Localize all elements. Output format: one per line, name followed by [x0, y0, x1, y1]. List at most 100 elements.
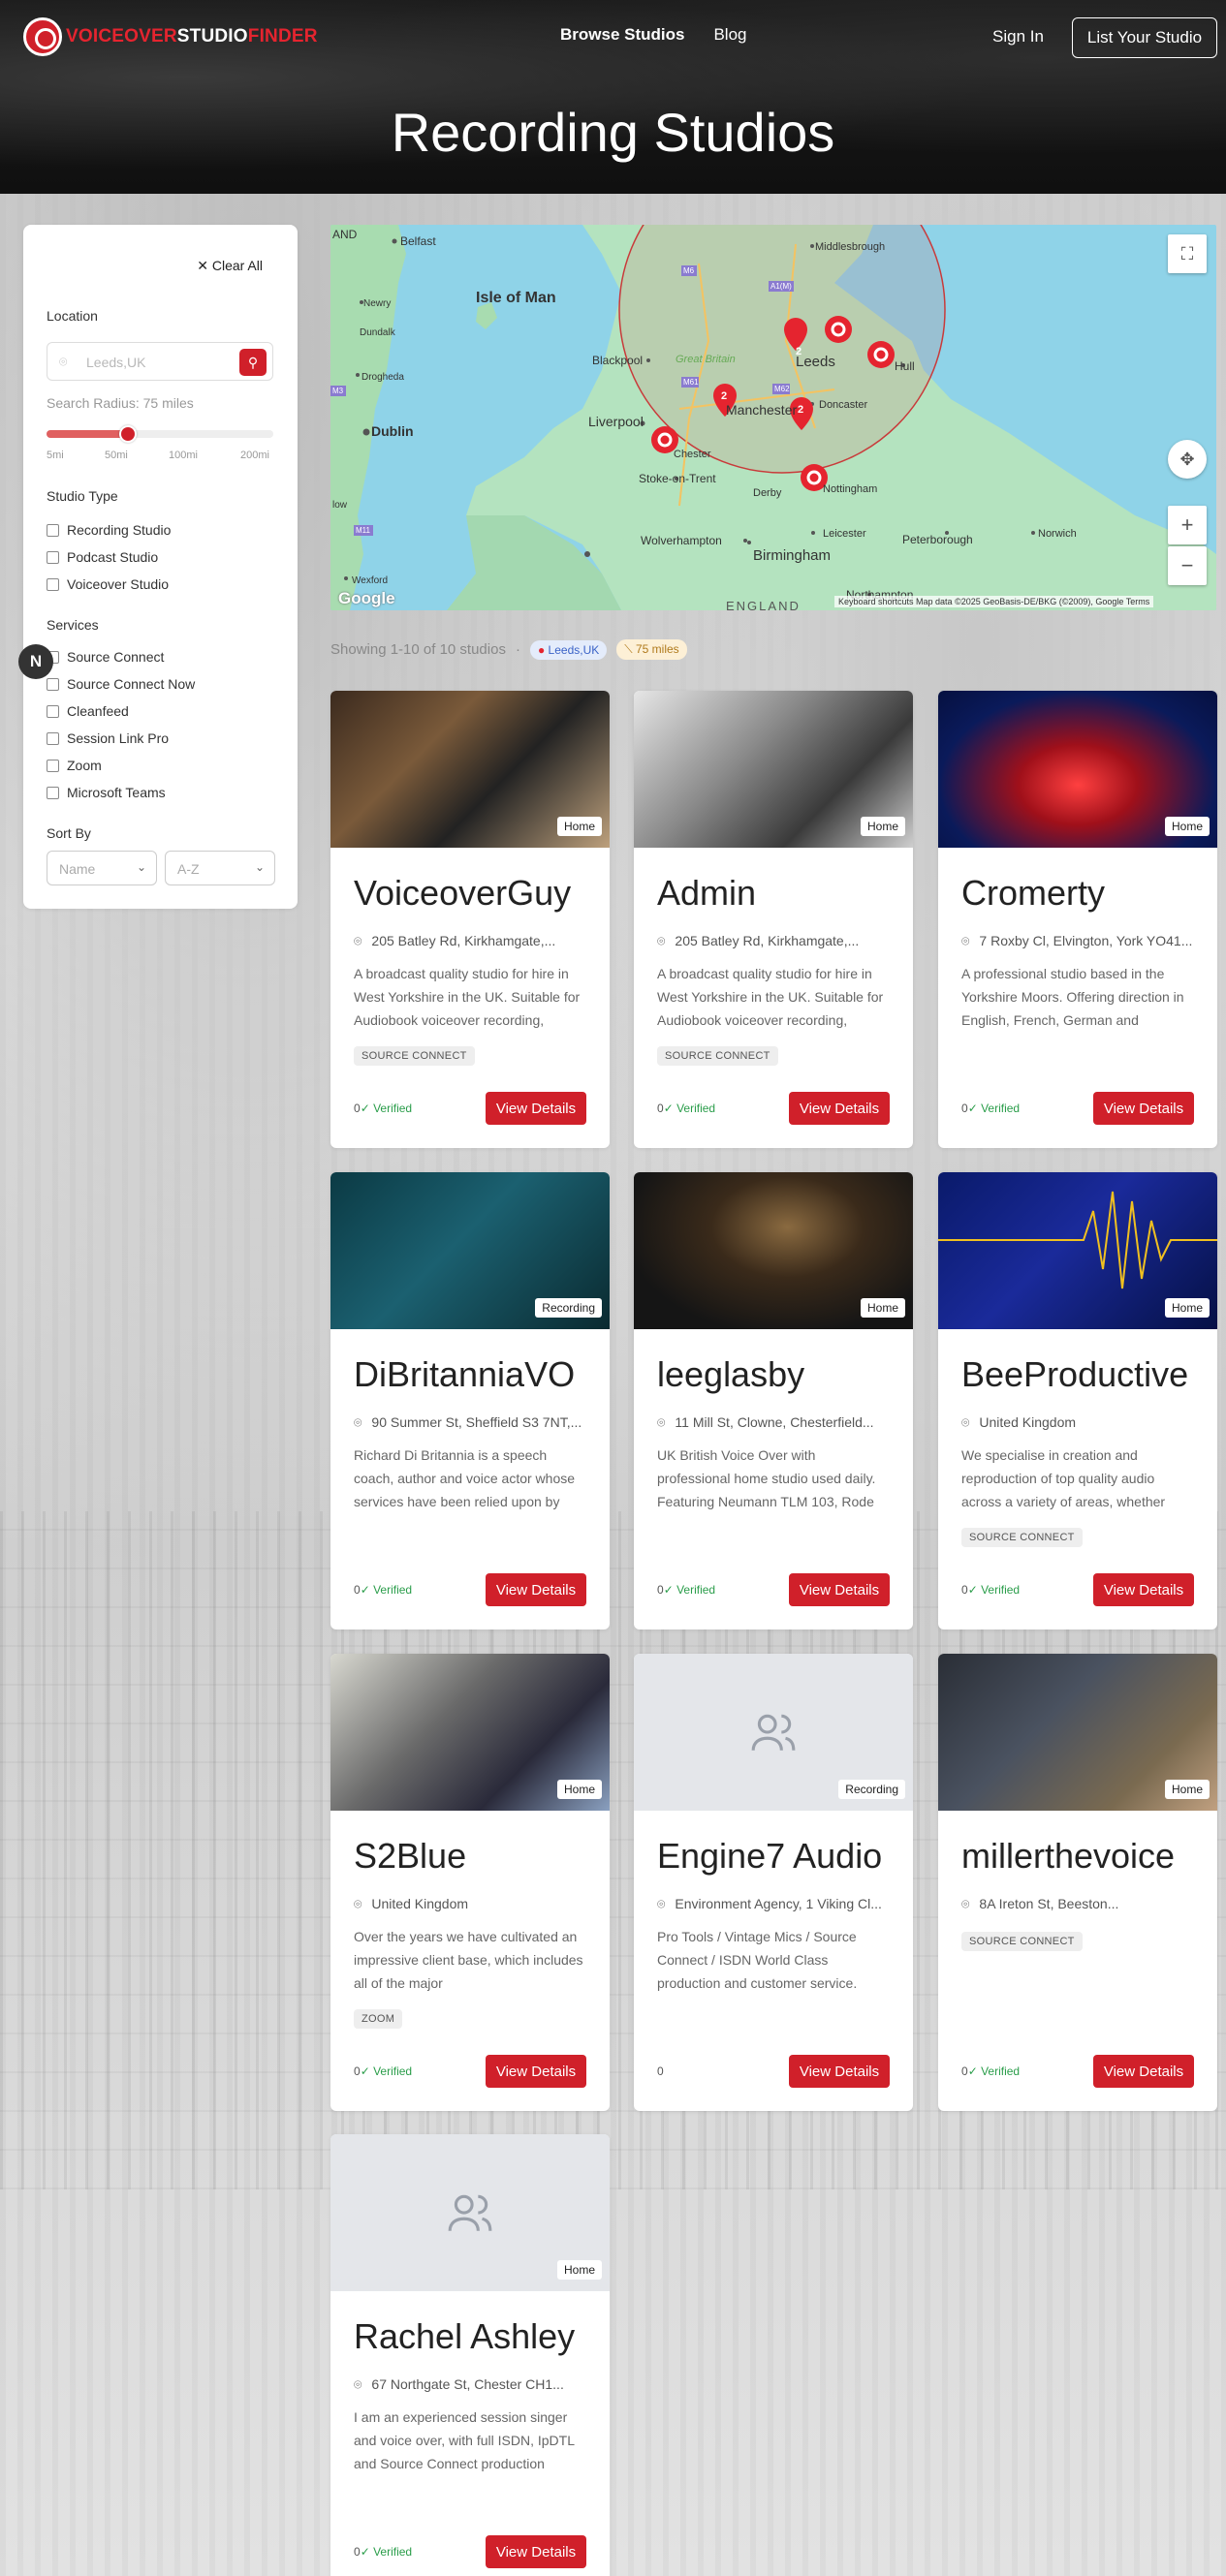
view-details-button[interactable]: View Details: [789, 2055, 890, 2088]
studio-name[interactable]: Engine7 Audio: [657, 1836, 897, 1877]
view-details-button[interactable]: View Details: [486, 1573, 586, 1606]
view-details-button[interactable]: View Details: [486, 2055, 586, 2088]
service-source-connect[interactable]: Source Connect: [47, 649, 164, 665]
studio-name[interactable]: DiBritanniaVO: [354, 1354, 594, 1395]
svg-text:Leicester: Leicester: [823, 528, 866, 540]
studio-name[interactable]: VoiceoverGuy: [354, 873, 594, 914]
sort-order-select[interactable]: A-Z ⌄: [165, 851, 275, 885]
studio-type-tag: Home: [1164, 817, 1210, 836]
checkbox[interactable]: [47, 704, 59, 718]
studio-name[interactable]: BeeProductive: [961, 1354, 1202, 1395]
zoom-in-button[interactable]: +: [1168, 506, 1207, 544]
studio-address: ⌾ 205 Batley Rd, Kirkhamgate,...: [354, 933, 556, 948]
studio-type-podcast[interactable]: Podcast Studio: [47, 549, 158, 565]
studio-card[interactable]: Home S2Blue ⌾ United Kingdom Over the yea…: [330, 1654, 610, 2111]
svg-text:Chester: Chester: [674, 449, 711, 460]
checkbox[interactable]: [47, 731, 59, 745]
nav-blog[interactable]: Blog: [713, 25, 746, 45]
view-details-button[interactable]: View Details: [789, 1573, 890, 1606]
cluster-count[interactable]: 2: [798, 404, 803, 416]
floating-assistant-button[interactable]: N: [18, 644, 53, 679]
studio-type-tag: Recording: [838, 1780, 905, 1799]
studio-card[interactable]: Home Admin ⌾ 205 Batley Rd, Kirkhamgate,.…: [634, 691, 913, 1148]
clear-all-button[interactable]: ✕ Clear All: [197, 258, 263, 274]
studio-address: ⌾ 67 Northgate St, Chester CH1...: [354, 2376, 564, 2392]
fullscreen-button[interactable]: ⛶: [1168, 234, 1207, 273]
svg-text:Liverpool: Liverpool: [588, 414, 644, 429]
studio-name[interactable]: Rachel Ashley: [354, 2316, 594, 2357]
cluster-count[interactable]: 2: [721, 390, 727, 402]
service-badge: SOURCE CONNECT: [657, 1046, 778, 1066]
checkbox[interactable]: [47, 786, 59, 799]
studio-address: ⌾ United Kingdom: [354, 1896, 469, 1911]
svg-text:M3: M3: [332, 387, 344, 395]
zoom-out-button[interactable]: −: [1168, 546, 1207, 585]
radius-slider-handle[interactable]: [119, 425, 137, 443]
svg-text:Nottingham: Nottingham: [823, 483, 877, 495]
service-badge: SOURCE CONNECT: [961, 1932, 1083, 1951]
svg-text:Hull: Hull: [895, 359, 915, 373]
studio-type-voiceover[interactable]: Voiceover Studio: [47, 576, 169, 592]
studio-map[interactable]: 2 2 2 AND Belfast Newry Dundalk Drogheda…: [330, 225, 1216, 610]
verified-status: 0✓ Verified: [354, 2064, 413, 2078]
results-summary: Showing 1-10 of 10 studios · ● Leeds,UK …: [330, 639, 687, 660]
checkbox[interactable]: [47, 577, 59, 591]
checkbox[interactable]: [47, 759, 59, 772]
studio-card[interactable]: Recording Engine7 Audio ⌾ Environment Age…: [634, 1654, 913, 2111]
service-session-link-pro[interactable]: Session Link Pro: [47, 730, 169, 746]
map-pin-icon: ●: [537, 642, 549, 657]
svg-text:Dundalk: Dundalk: [360, 327, 396, 338]
studio-name[interactable]: Admin: [657, 873, 897, 914]
service-source-connect-now[interactable]: Source Connect Now: [47, 676, 195, 692]
location-input[interactable]: ⌾ Leeds,UK ⚲: [47, 342, 273, 381]
site-logo[interactable]: VOICEOVERSTUDIOFINDER: [23, 17, 318, 56]
map-attribution[interactable]: Keyboard shortcuts Map data ©2025 GeoBas…: [834, 596, 1154, 607]
studio-card[interactable]: Home BeeProductive ⌾ United Kingdom We sp…: [938, 1172, 1217, 1629]
studio-card[interactable]: Home VoiceoverGuy ⌾ 205 Batley Rd, Kirkha…: [330, 691, 610, 1148]
service-cleanfeed[interactable]: Cleanfeed: [47, 703, 129, 719]
studio-type-tag: Home: [556, 2260, 602, 2280]
checkbox[interactable]: [47, 677, 59, 691]
location-placeholder: Leeds,UK: [86, 355, 146, 370]
nav-browse-studios[interactable]: Browse Studios: [560, 25, 684, 45]
location-search-button[interactable]: ⚲: [239, 349, 267, 376]
studio-address: ⌾ United Kingdom: [961, 1414, 1077, 1430]
camera-control-button[interactable]: ✥: [1168, 440, 1207, 479]
studio-card[interactable]: Home leeglasby ⌾ 11 Mill St, Clowne, Ches…: [634, 1172, 913, 1629]
studio-name[interactable]: S2Blue: [354, 1836, 594, 1877]
studio-name[interactable]: leeglasby: [657, 1354, 897, 1395]
svg-text:Blackpool: Blackpool: [592, 354, 643, 367]
list-your-studio-button[interactable]: List Your Studio: [1072, 17, 1217, 58]
studio-name[interactable]: Cromerty: [961, 873, 1202, 914]
studio-card[interactable]: Home millerthevoice ⌾ 8A Ireton St, Beest…: [938, 1654, 1217, 2111]
studio-name[interactable]: millerthevoice: [961, 1836, 1202, 1877]
verified-status: 0✓ Verified: [657, 1583, 716, 1597]
location-label: Location: [47, 308, 98, 324]
location-pin-icon: ⌾: [354, 2376, 362, 2392]
google-logo: Google: [338, 589, 395, 607]
sort-field-select[interactable]: Name ⌄: [47, 851, 157, 885]
radius-slider[interactable]: [47, 425, 273, 443]
studio-card[interactable]: Home Rachel Ashley ⌾ 67 Northgate St, Che…: [330, 2134, 610, 2576]
view-details-button[interactable]: View Details: [1093, 2055, 1194, 2088]
studio-address: ⌾ 205 Batley Rd, Kirkhamgate,...: [657, 933, 860, 948]
site-header: VOICEOVERSTUDIOFINDER Browse Studios Blo…: [0, 0, 1226, 194]
service-microsoft-teams[interactable]: Microsoft Teams: [47, 785, 166, 800]
location-chip: ● Leeds,UK: [529, 639, 608, 660]
studio-card[interactable]: Home Cromerty ⌾ 7 Roxby Cl, Elvington, Yo…: [938, 691, 1217, 1148]
service-zoom[interactable]: Zoom: [47, 758, 102, 773]
separator-dot: ·: [515, 641, 520, 658]
view-details-button[interactable]: View Details: [486, 1092, 586, 1125]
studio-type-tag: Home: [556, 1780, 602, 1799]
view-details-button[interactable]: View Details: [1093, 1092, 1194, 1125]
view-details-button[interactable]: View Details: [1093, 1573, 1194, 1606]
checkbox[interactable]: [47, 523, 59, 537]
studio-card[interactable]: Recording DiBritanniaVO ⌾ 90 Summer St, S…: [330, 1172, 610, 1629]
studio-type-recording[interactable]: Recording Studio: [47, 522, 171, 538]
view-details-button[interactable]: View Details: [486, 2535, 586, 2568]
view-details-button[interactable]: View Details: [789, 1092, 890, 1125]
svg-text:Belfast: Belfast: [400, 234, 436, 248]
checkbox[interactable]: [47, 550, 59, 564]
svg-text:AND: AND: [332, 228, 358, 241]
sign-in-link[interactable]: Sign In: [992, 27, 1044, 47]
